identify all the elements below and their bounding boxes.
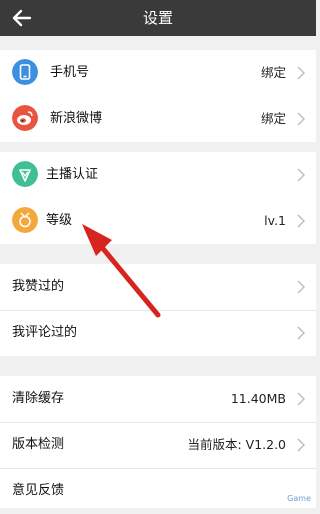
chevron-right-icon — [297, 112, 305, 126]
chevron-right-icon — [297, 392, 305, 406]
cache-size: 11.40MB — [230, 391, 286, 406]
level-row[interactable]: 等级 lv.1 — [0, 198, 316, 244]
system-group: 清除缓存 11.40MB 版本检测 当前版本: V1.2.0 意见反馈 — [0, 376, 316, 508]
weibo-label: 新浪微博 — [50, 111, 103, 126]
anchor-verify-row[interactable]: 主播认证 — [0, 152, 316, 198]
liked-label: 我赞过的 — [12, 279, 65, 294]
account-group: 手机号 绑定 新浪微博 绑定 — [0, 50, 316, 142]
commented-row[interactable]: 我评论过的 — [0, 310, 316, 356]
page-title: 设置 — [142, 9, 173, 27]
chevron-right-icon — [297, 326, 305, 340]
level-icon — [12, 207, 38, 233]
chevron-right-icon — [297, 214, 305, 228]
feedback-row[interactable]: 意见反馈 — [0, 468, 316, 514]
version-check-row[interactable]: 版本检测 当前版本: V1.2.0 — [0, 422, 316, 468]
level-value: lv.1 — [264, 213, 286, 228]
watermark-logo: Game — [284, 493, 314, 504]
chevron-right-icon — [297, 66, 305, 80]
weibo-row[interactable]: 新浪微博 绑定 — [0, 96, 316, 142]
phone-icon — [12, 59, 38, 85]
verify-icon — [12, 161, 38, 187]
version-check-label: 版本检测 — [12, 437, 65, 452]
phone-label: 手机号 — [50, 65, 90, 80]
feedback-label: 意见反馈 — [12, 483, 65, 498]
weibo-icon — [12, 105, 38, 131]
profile-group: 主播认证 等级 lv.1 — [0, 152, 316, 244]
clear-cache-label: 清除缓存 — [12, 391, 65, 406]
current-version: 当前版本: V1.2.0 — [187, 437, 286, 452]
liked-row[interactable]: 我赞过的 — [0, 264, 316, 310]
clear-cache-row[interactable]: 清除缓存 11.40MB — [0, 376, 316, 422]
level-label: 等级 — [46, 213, 73, 228]
weibo-status: 绑定 — [260, 111, 286, 126]
chevron-right-icon — [297, 280, 305, 294]
chevron-right-icon — [297, 168, 305, 182]
top-bar: 设置 — [0, 0, 316, 36]
chevron-right-icon — [297, 438, 305, 452]
commented-label: 我评论过的 — [12, 325, 78, 340]
phone-status: 绑定 — [260, 65, 286, 80]
history-group: 我赞过的 我评论过的 — [0, 264, 316, 356]
verify-label: 主播认证 — [46, 167, 99, 182]
phone-row[interactable]: 手机号 绑定 — [0, 50, 316, 96]
